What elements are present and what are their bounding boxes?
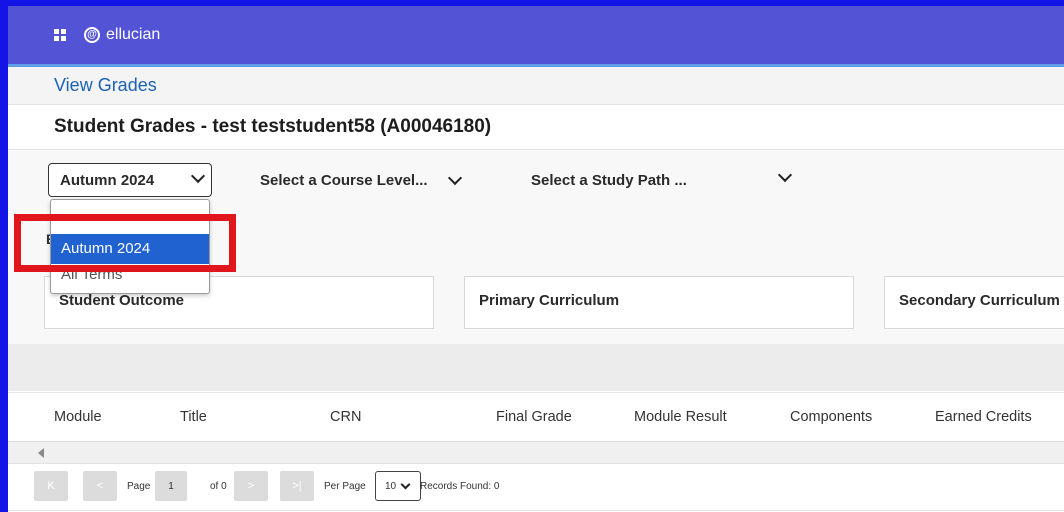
term-select-value: Autumn 2024 (60, 171, 155, 189)
column-header-earned-credits[interactable]: Earned Credits (935, 409, 1032, 425)
per-page-label: Per Page (324, 481, 366, 492)
column-header-final-grade[interactable]: Final Grade (496, 409, 572, 425)
column-header-module[interactable]: Module (54, 409, 102, 425)
term-select[interactable]: Autumn 2024 (48, 163, 212, 197)
per-page-value: 10 (385, 480, 397, 492)
last-page-button[interactable]: >| (280, 471, 314, 501)
page-label: Page (127, 481, 151, 492)
ellucian-logo: @ ellucian (84, 26, 160, 44)
course-level-placeholder: Select a Course Level... (260, 171, 428, 189)
course-level-select[interactable]: Select a Course Level... (260, 163, 462, 197)
title-bar: Student Grades - test teststudent58 (A00… (8, 106, 1064, 150)
chevron-down-icon (190, 168, 206, 184)
horizontal-scrollbar[interactable] (8, 442, 1064, 464)
brand-name: ellucian (106, 26, 161, 43)
breadcrumb-bar: View Grades (8, 67, 1064, 105)
primary-curriculum-card[interactable]: Primary Curriculum (464, 276, 854, 329)
first-page-button[interactable]: K (34, 471, 68, 501)
page-count-label: of 0 (210, 481, 227, 492)
screenshot-frame: @ ellucian View Grades Student Grades - … (0, 0, 1064, 512)
pagination-bar: K < Page 1 of 0 > >| Per Page 10 Records… (8, 465, 1064, 511)
study-path-placeholder: Select a Study Path ... (531, 171, 687, 189)
page-number-input[interactable]: 1 (155, 471, 187, 501)
breadcrumb-view-grades[interactable]: View Grades (54, 75, 157, 96)
app-grid-icon[interactable] (54, 29, 66, 41)
chevron-down-icon (400, 479, 411, 489)
study-path-select[interactable]: Select a Study Path ... (531, 163, 793, 197)
per-page-select[interactable]: 10 (375, 471, 421, 501)
scroll-left-arrow-icon[interactable] (38, 448, 44, 458)
chevron-down-icon (777, 167, 793, 183)
secondary-curriculum-label: Secondary Curriculum (899, 292, 1060, 309)
next-page-button[interactable]: > (234, 471, 268, 501)
section-band (8, 344, 1064, 391)
ellucian-logo-mark-icon: @ (84, 27, 100, 43)
column-header-module-result[interactable]: Module Result (634, 409, 727, 425)
brand-bar: @ ellucian (8, 6, 1064, 64)
chevron-down-icon (447, 170, 462, 185)
grades-table-header: Module Title CRN Final Grade Module Resu… (8, 392, 1064, 442)
column-header-title[interactable]: Title (180, 409, 207, 425)
student-outcome-label: Student Outcome (59, 292, 185, 309)
column-header-crn[interactable]: CRN (330, 409, 361, 425)
page-title: Student Grades - test teststudent58 (A00… (54, 116, 492, 137)
primary-curriculum-label: Primary Curriculum (479, 292, 620, 309)
red-highlight-annotation (14, 214, 236, 272)
secondary-curriculum-card[interactable]: Secondary Curriculum (884, 276, 1064, 329)
column-header-components[interactable]: Components (790, 409, 872, 425)
previous-page-button[interactable]: < (83, 471, 117, 501)
records-found-label: Records Found: 0 (420, 481, 500, 492)
